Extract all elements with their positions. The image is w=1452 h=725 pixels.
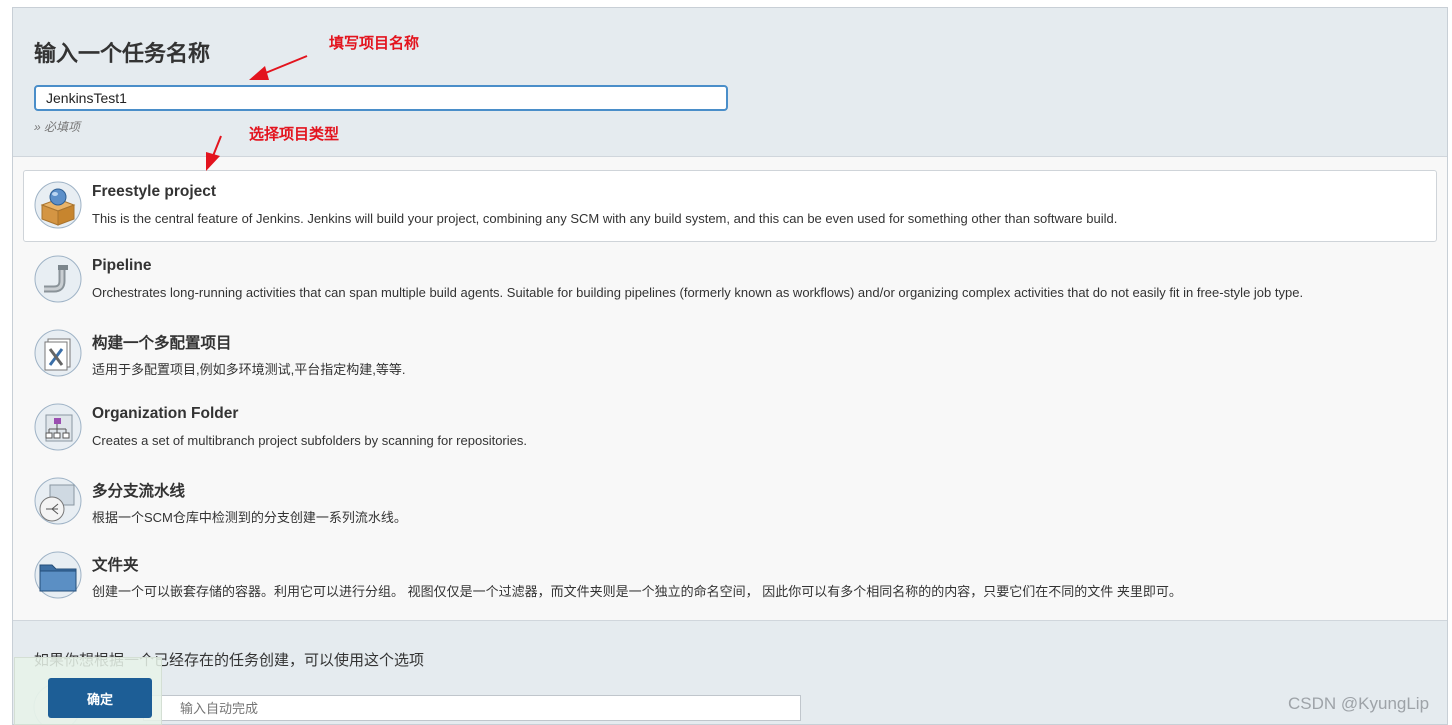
item-multi-configuration[interactable]: 构建一个多配置项目 适用于多配置项目,例如多环境测试,平台指定构建,等等. [23, 318, 1437, 390]
organization-folder-icon [34, 403, 82, 451]
item-freestyle-project[interactable]: Freestyle project This is the central fe… [23, 170, 1437, 242]
multi-config-icon [34, 329, 82, 377]
copy-from-input[interactable] [143, 695, 801, 721]
annotation-name-hint: 填写项目名称 [329, 34, 420, 52]
page-title: 输入一个任务名称 [34, 42, 211, 67]
pipeline-pipe-icon [34, 255, 82, 303]
item-description: 适用于多配置项目,例如多环境测试,平台指定构建,等等. [92, 362, 406, 377]
item-label: Pipeline [92, 257, 152, 274]
annotation-type-hint: 选择项目类型 [249, 125, 340, 143]
item-description: This is the central feature of Jenkins. … [92, 211, 1118, 226]
ok-button[interactable]: 确定 [48, 678, 152, 718]
name-section: 输入一个任务名称 » 必填项 [13, 8, 1447, 157]
item-description: Orchestrates long-running activities tha… [92, 285, 1304, 300]
multibranch-pipeline-icon [34, 477, 82, 525]
new-item-panel: 输入一个任务名称 » 必填项 Freestyle project This is… [12, 7, 1448, 725]
item-label: 构建一个多配置项目 [92, 335, 232, 352]
folder-icon [34, 551, 82, 599]
item-label: Freestyle project [92, 183, 217, 200]
item-label: 文件夹 [92, 557, 139, 574]
copy-from-section: 如果你想根据一个已经存在的任务创建，可以使用这个选项 [13, 620, 1447, 724]
item-label: Organization Folder [92, 405, 239, 422]
item-description: Creates a set of multibranch project sub… [92, 433, 527, 448]
item-organization-folder[interactable]: Organization Folder Creates a set of mul… [23, 392, 1437, 464]
item-label: 多分支流水线 [92, 483, 186, 500]
item-multibranch-pipeline[interactable]: 多分支流水线 根据一个SCM仓库中检测到的分支创建一系列流水线。 [23, 466, 1437, 538]
item-pipeline[interactable]: Pipeline Orchestrates long-running activ… [23, 244, 1437, 316]
required-hint: » 必填项 [34, 120, 81, 134]
item-description: 创建一个可以嵌套存储的容器。利用它可以进行分组。 视图仅仅是一个过滤器，而文件夹… [92, 584, 1182, 599]
item-description: 根据一个SCM仓库中检测到的分支创建一系列流水线。 [92, 510, 407, 525]
freestyle-box-icon [34, 181, 82, 229]
item-name-input[interactable] [34, 85, 728, 111]
watermark: CSDN @KyungLip [1288, 694, 1430, 713]
item-folder[interactable]: 文件夹 创建一个可以嵌套存储的容器。利用它可以进行分组。 视图仅仅是一个过滤器，… [23, 540, 1437, 612]
